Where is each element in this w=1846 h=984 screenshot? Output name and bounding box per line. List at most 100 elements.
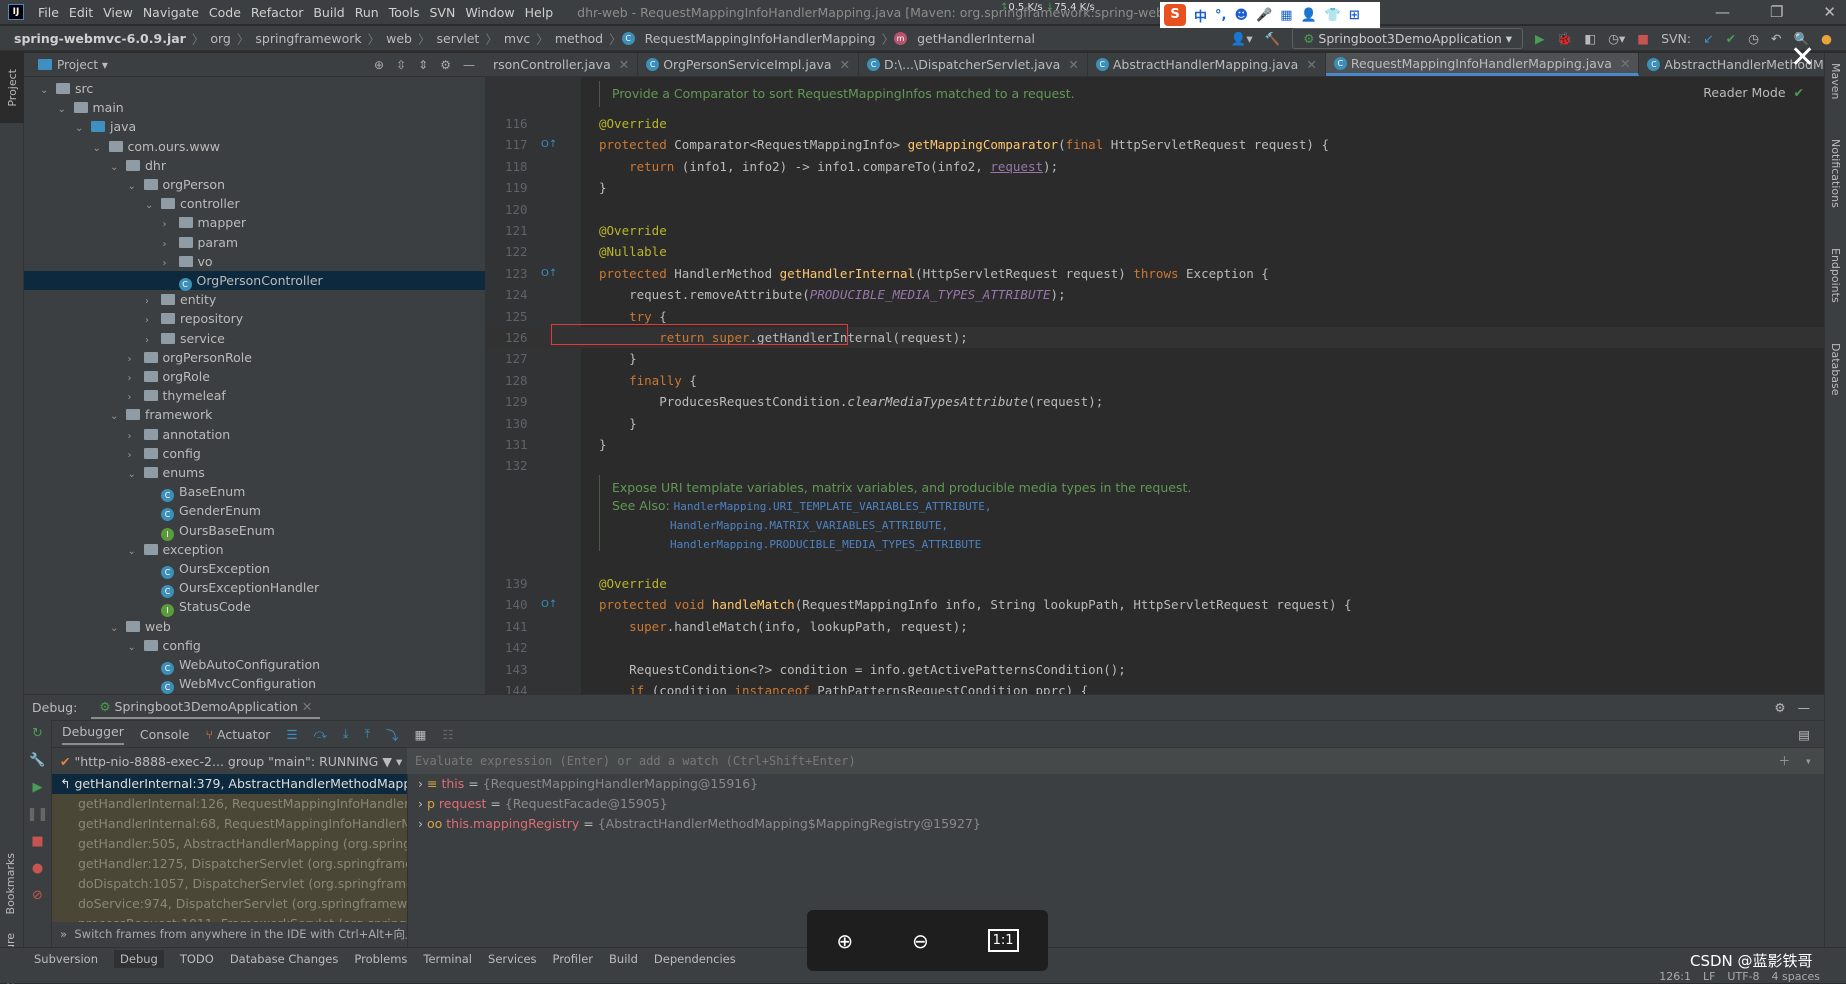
tab-3[interactable]: C D:\...\DispatcherServlet.java ✕: [859, 53, 1088, 76]
evaluate-expression-input[interactable]: Evaluate expression (Enter) or add a wat…: [407, 747, 1824, 774]
tree-item[interactable]: › orgPersonRole: [24, 348, 485, 367]
breadcrumb-item[interactable]: spring-webmvc-6.0.9.jar: [14, 31, 186, 46]
chevron-right-icon[interactable]: ›: [145, 292, 161, 311]
tree-item[interactable]: C WebAutoConfiguration: [24, 655, 485, 675]
view-breakpoints-icon[interactable]: ●: [32, 861, 43, 876]
tab-5[interactable]: C RequestMappingInfoHandlerMapping.java ✕: [1325, 53, 1640, 76]
ime-button[interactable]: 👕: [1325, 8, 1341, 23]
tool-build[interactable]: Build: [609, 952, 638, 966]
run-icon[interactable]: ▶: [1535, 31, 1545, 46]
tree-item[interactable]: › vo: [24, 252, 485, 271]
chevron-down-icon[interactable]: ⌄: [128, 465, 144, 484]
evaluate-expression-icon[interactable]: ▦: [415, 727, 427, 742]
locate-icon[interactable]: ⊕: [374, 58, 384, 72]
breadcrumb-item[interactable]: RequestMappingInfoHandlerMapping: [645, 31, 876, 46]
file-encoding[interactable]: UTF-8: [1727, 970, 1759, 983]
chevron-right-icon[interactable]: ›: [163, 235, 179, 254]
gear-icon[interactable]: ⚙: [440, 58, 451, 72]
build-hammer-icon[interactable]: 🔨: [1265, 31, 1281, 47]
update-avatar-icon[interactable]: ●: [1821, 31, 1832, 46]
ime-button[interactable]: ▦: [1280, 8, 1292, 23]
javadoc-link[interactable]: HandlerMapping.PRODUCIBLE_MEDIA_TYPES_AT…: [670, 538, 981, 551]
override-gutter-icon[interactable]: O↑: [541, 263, 557, 284]
zoom-out-button[interactable]: ⊖: [912, 929, 929, 953]
menu-item[interactable]: Tools: [389, 5, 420, 20]
minimize-button[interactable]: —: [1715, 3, 1730, 21]
svn-commit-icon[interactable]: ✔: [1726, 31, 1736, 46]
step-out-icon[interactable]: ⤒: [365, 726, 371, 742]
tree-item[interactable]: ⌄ dhr: [24, 156, 485, 175]
hide-icon[interactable]: —: [463, 58, 475, 72]
caret-position[interactable]: 126:1: [1659, 970, 1691, 983]
breadcrumb-item[interactable]: web: [386, 31, 412, 46]
close-tab-icon[interactable]: ✕: [1306, 57, 1316, 72]
debug-icon[interactable]: 🐞: [1557, 31, 1573, 47]
javadoc-link[interactable]: HandlerMapping.MATRIX_VARIABLES_ATTRIBUT…: [670, 519, 948, 532]
menu-item[interactable]: Navigate: [143, 5, 199, 20]
expand-all-icon[interactable]: ⇳: [396, 58, 406, 72]
stack-frame[interactable]: getHandler:1275, DispatcherServlet (org.…: [52, 854, 407, 874]
menu-item[interactable]: Window: [465, 5, 514, 20]
code-editor[interactable]: Reader Mode ✔ Provide a Comparator to so…: [485, 77, 1824, 694]
breadcrumb-item[interactable]: org: [210, 31, 231, 46]
breadcrumb-item[interactable]: mvc: [504, 31, 530, 46]
chevron-down-icon[interactable]: ⌄: [40, 81, 56, 100]
menu-item[interactable]: View: [103, 5, 133, 20]
tool-debug[interactable]: Debug: [114, 949, 164, 968]
chevron-right-icon[interactable]: ›: [128, 388, 144, 407]
tool-dependencies[interactable]: Dependencies: [654, 952, 736, 966]
chevron-down-icon[interactable]: ⌄: [145, 196, 161, 215]
tab-4[interactable]: C AbstractHandlerMapping.java ✕: [1088, 53, 1326, 76]
step-over-icon[interactable]: ⤼: [314, 726, 327, 742]
line-separator[interactable]: LF: [1703, 970, 1715, 983]
close-tab-icon[interactable]: ✕: [1068, 57, 1078, 72]
ime-button[interactable]: ⊞: [1349, 8, 1360, 23]
variable-row[interactable]: › ≡ this = {RequestMappingHandlerMapping…: [408, 774, 1824, 794]
rerun-icon[interactable]: ↻: [32, 726, 43, 741]
indent-setting[interactable]: 4 spaces: [1772, 970, 1821, 983]
stop-icon[interactable]: ■: [31, 834, 43, 849]
settings-wrench-icon[interactable]: 🔧: [29, 753, 45, 768]
rollback-icon[interactable]: ↶: [1771, 31, 1781, 46]
menu-item[interactable]: Help: [525, 5, 554, 20]
show-execution-point-icon[interactable]: ☰: [286, 727, 297, 742]
variable-row[interactable]: › p request = {RequestFacade@15905}: [408, 794, 1824, 814]
tree-item[interactable]: › orgRole: [24, 367, 485, 386]
stack-frame[interactable]: doService:974, DispatcherServlet (org.sp…: [52, 894, 407, 914]
tree-item[interactable]: ⌄ web: [24, 617, 485, 636]
run-configuration-select[interactable]: ⚙ Springboot3DemoApplication ▾: [1292, 28, 1524, 49]
tree-item[interactable]: I OursBaseEnum: [24, 521, 485, 541]
tab-debugger[interactable]: Debugger: [62, 724, 124, 745]
menu-item[interactable]: File: [38, 5, 59, 20]
tool-todo[interactable]: TODO: [180, 952, 214, 966]
stripe-maven[interactable]: Maven: [1829, 63, 1842, 99]
tool-services[interactable]: Services: [488, 952, 537, 966]
tree-item[interactable]: C GenderEnum: [24, 501, 485, 522]
ime-toolbar[interactable]: S 中 °, ☻ 🎤 ▦ 👤 👕 ⊞: [1160, 2, 1380, 28]
tree-item[interactable]: › service: [24, 329, 485, 348]
chevron-right-icon[interactable]: ›: [163, 215, 179, 234]
tree-item[interactable]: ⌄ com.ours.www: [24, 137, 485, 156]
chevron-down-icon[interactable]: ⌄: [110, 158, 126, 177]
chevron-down-icon[interactable]: ⌄: [58, 100, 74, 119]
profile-icon[interactable]: ◷▾: [1608, 31, 1625, 46]
close-tab-icon[interactable]: ✕: [840, 57, 850, 72]
chevron-right-icon[interactable]: ›: [128, 350, 144, 369]
pause-icon[interactable]: ❚❚: [27, 807, 49, 822]
chevron-down-icon[interactable]: ⌄: [128, 638, 144, 657]
menu-item[interactable]: Code: [209, 5, 241, 20]
chevron-right-icon[interactable]: ›: [145, 331, 161, 350]
tree-item[interactable]: › param: [24, 233, 485, 252]
step-into-icon[interactable]: ⤓: [343, 726, 349, 742]
ime-button[interactable]: 👤: [1301, 8, 1317, 23]
chevron-down-icon[interactable]: ⌄: [93, 139, 109, 158]
debug-session-tab[interactable]: ⚙ Springboot3DemoApplication ✕: [91, 696, 321, 719]
breadcrumb-item[interactable]: servlet: [437, 31, 480, 46]
chevron-right-icon[interactable]: ›: [145, 311, 161, 330]
ime-button[interactable]: °,: [1215, 8, 1226, 23]
tree-item[interactable]: ⌄ java: [24, 117, 485, 136]
stripe-bookmarks[interactable]: Bookmarks: [4, 853, 17, 914]
tab-console[interactable]: Console: [140, 727, 190, 742]
resume-icon[interactable]: ▶: [33, 780, 43, 795]
tree-item[interactable]: ⌄ src: [24, 79, 485, 98]
